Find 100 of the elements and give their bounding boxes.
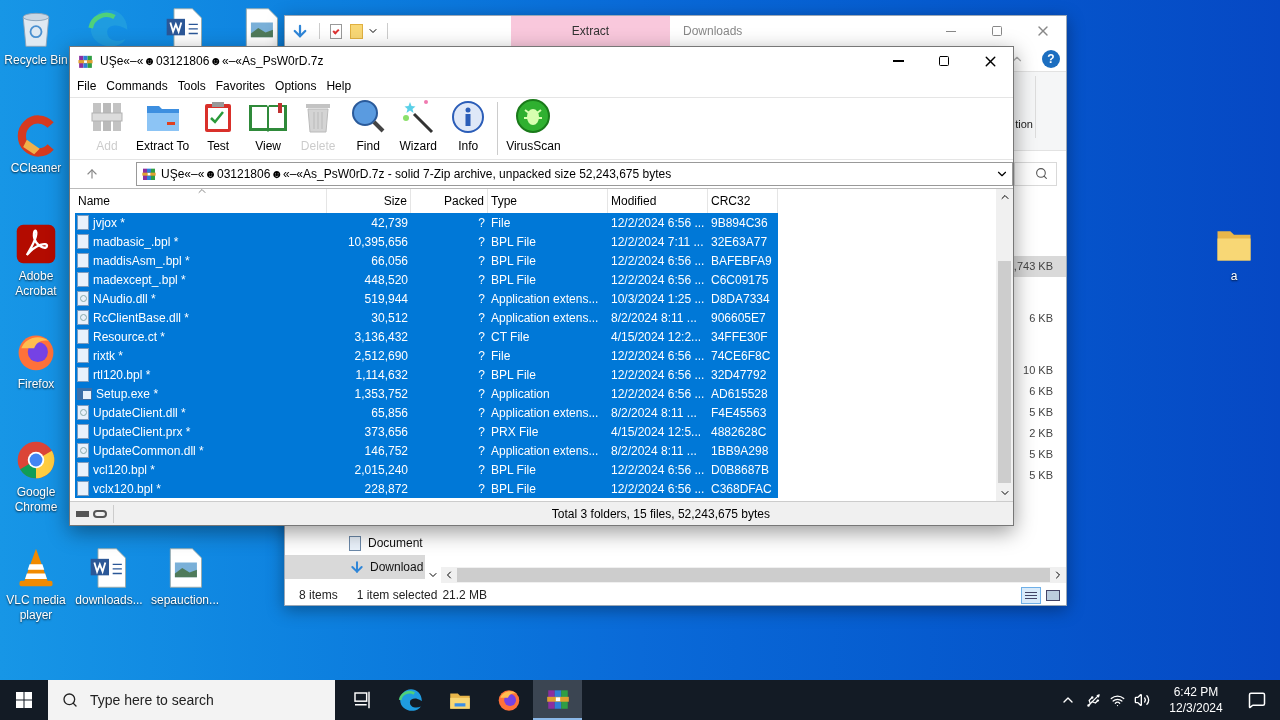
- file-row[interactable]: madbasic_.bpl * 10,395,656 ? BPL File 12/2/2024 7:11 ... 32E63A77: [75, 232, 778, 251]
- table-cell-text: CT File: [490, 328, 531, 346]
- address-field[interactable]: UŞe«–«☻03121806☻«–«As_PsW0rD.7z - solid 7-Zip archive, unpacked size 52,243,675 bytes: [136, 161, 1013, 186]
- search-field[interactable]: [1014, 161, 1057, 186]
- desktop-icon-label[interactable]: sepauction...: [151, 593, 219, 608]
- file-icon: [77, 234, 89, 249]
- file-icon: [77, 367, 89, 382]
- file-icon: [77, 462, 89, 477]
- file-row[interactable]: rixtk * 2,512,690 ? File 12/2/2024 6:56 ... 74CE6F8C: [75, 346, 778, 365]
- table-cell-text: BPL File: [490, 233, 537, 251]
- file-row[interactable]: UpdateCommon.dll * 146,752 ? Application extens... 8/2/2024 8:11 ... 1BB9A298: [75, 441, 778, 460]
- toolbar-button[interactable]: Wizard: [393, 98, 444, 159]
- table-cell-text: 448,520: [363, 271, 409, 289]
- file-row[interactable]: 5 KB: [1014, 402, 1066, 423]
- table-cell-text: 1BB9A298: [710, 442, 770, 460]
- toolbar-button[interactable]: View: [243, 98, 294, 159]
- table-cell: NAudio.dll *: [75, 289, 327, 308]
- books-icon: [90, 100, 124, 134]
- table-cell-text: 3,136,432: [353, 328, 409, 346]
- file-row[interactable]: 5 KB: [1014, 444, 1066, 465]
- desktop-icon-label[interactable]: a: [1200, 269, 1268, 284]
- file-row[interactable]: vcl120.bpl * 2,015,240 ? BPL File 12/2/2024 6:56 ... D0B8687B: [75, 460, 778, 479]
- table-cell-text: D0B8687B: [710, 461, 771, 479]
- table-cell-text: 12/2/2024 6:56 ...: [610, 214, 706, 232]
- file-row[interactable]: 6 KB: [1014, 308, 1066, 329]
- clock[interactable]: 6:42 PM 12/3/2024: [1158, 684, 1234, 716]
- menu-item[interactable]: Commands: [101, 77, 173, 95]
- file-row[interactable]: UpdateClient.dll * 65,856 ? Application extens... 8/2/2024 8:11 ... F4E45563: [75, 403, 778, 422]
- table-cell: madbasic_.bpl *: [75, 232, 327, 251]
- file-row[interactable]: 6 KB: [1014, 381, 1066, 402]
- file-icon: [77, 348, 89, 363]
- file-row[interactable]: Setup.exe * 1,353,752 ? Application 12/2/2024 6:56 ... AD615528: [75, 384, 778, 403]
- network-icon[interactable]: [1110, 692, 1125, 708]
- file-row[interactable]: vclx120.bpl * 228,872 ? BPL File 12/2/2024 6:56 ... C368DFAC: [75, 479, 778, 498]
- file-row[interactable]: rtl120.bpl * 1,114,632 ? BPL File 12/2/2024 6:56 ... 32D47792: [75, 365, 778, 384]
- table-cell-text: C6C09175: [710, 271, 770, 289]
- menu-item[interactable]: Options: [270, 77, 322, 95]
- table-cell-text: BPL File: [490, 480, 537, 498]
- up-icon[interactable]: [85, 166, 99, 181]
- search-icon: [1035, 167, 1048, 180]
- preview-view-button[interactable]: [1046, 589, 1060, 601]
- file-row[interactable]: 5 KB: [1014, 465, 1066, 486]
- table-cell-text: 32D47792: [710, 366, 768, 384]
- table-cell-text: 30,512: [370, 309, 409, 327]
- table-cell-text: ?: [477, 480, 486, 498]
- table-cell-text: C368DFAC: [710, 480, 773, 498]
- gear-file-icon: [77, 443, 89, 458]
- table-cell-text: PRX File: [490, 423, 540, 441]
- table-cell: UpdateClient.prx *: [75, 422, 327, 441]
- toolbar-button[interactable]: Info: [443, 98, 494, 159]
- details-view-button[interactable]: [1021, 586, 1041, 604]
- menu-item[interactable]: File: [72, 77, 102, 95]
- toolbar-button[interactable]: Extract To: [132, 98, 194, 159]
- vertical-scrollbar[interactable]: [996, 189, 1013, 501]
- menu-item[interactable]: Favorites: [210, 77, 271, 95]
- table-cell: vcl120.bpl *: [75, 460, 327, 479]
- properties-icon[interactable]: [330, 23, 342, 39]
- download-icon[interactable]: [291, 22, 309, 40]
- volume-icon[interactable]: [1134, 692, 1150, 708]
- file-row[interactable]: UpdateClient.prx * 373,656 ? PRX File 4/15/2024 12:5... 4882628C: [75, 422, 778, 441]
- horizontal-scrollbar[interactable]: [441, 567, 1066, 583]
- toolbar-button[interactable]: Test: [193, 98, 244, 159]
- nav-item[interactable]: Document: [285, 531, 425, 555]
- table-cell-text: Application extens...: [490, 404, 600, 422]
- menu-item[interactable]: Help: [321, 77, 357, 95]
- nav-item[interactable]: Download: [285, 555, 425, 579]
- file-row[interactable]: maddisAsm_.bpl * 66,056 ? BPL File 12/2/2024 6:56 ... BAFEBFA9: [75, 251, 778, 270]
- table-cell-text: ?: [477, 404, 486, 422]
- table-cell-text: ?: [477, 328, 486, 346]
- table-cell-text: Application: [490, 385, 551, 403]
- toolbar-button[interactable]: VirusScan: [502, 98, 565, 159]
- table-cell-text: ?: [477, 252, 486, 270]
- toolbar-button[interactable]: Find: [343, 98, 394, 159]
- file-row[interactable]: jvjox * 42,739 ? File 12/2/2024 6:56 ... 9B894C36: [75, 213, 778, 232]
- menu-item[interactable]: Tools: [172, 77, 211, 95]
- file-row[interactable]: 10 KB: [1014, 360, 1066, 381]
- file-row[interactable]: NAudio.dll * 519,944 ? Application extens... 10/3/2024 1:25 ... D8DA7334: [75, 289, 778, 308]
- table-cell-text: 146,752: [363, 442, 409, 460]
- search-field[interactable]: Type here to search: [48, 680, 335, 720]
- table-cell-text: ?: [477, 366, 486, 384]
- table-cell-text: 228,872: [363, 480, 409, 498]
- table-cell-text: ?: [477, 290, 486, 308]
- file-row[interactable]: Resource.ct * 3,136,432 ? CT File 4/15/2024 12:2... 34FFE30F: [75, 327, 778, 346]
- file-row[interactable]: madexcept_.bpl * 448,520 ? BPL File 12/2/2024 6:56 ... C6C09175: [75, 270, 778, 289]
- table-cell: vclx120.bpl *: [75, 479, 327, 498]
- ribbon-context-tab[interactable]: Extract: [511, 16, 670, 46]
- ribbon-label[interactable]: tion: [1015, 115, 1033, 132]
- table-cell-text: 9B894C36: [710, 214, 769, 232]
- maximize-icon: [938, 55, 950, 67]
- file-icon: [77, 272, 89, 287]
- help-icon[interactable]: ?: [1042, 49, 1060, 68]
- table-cell: rixtk *: [75, 346, 327, 365]
- table-cell-text: 66,056: [370, 252, 409, 270]
- table-cell-text: 4/15/2024 12:5...: [610, 423, 703, 441]
- key-icon: [93, 509, 107, 518]
- usb-icon[interactable]: [1086, 692, 1101, 708]
- file-row[interactable]: 2 KB: [1014, 423, 1066, 444]
- notifications-icon[interactable]: [1248, 691, 1266, 709]
- file-row[interactable]: ,743 KB: [1014, 256, 1066, 277]
- file-row[interactable]: RcClientBase.dll * 30,512 ? Application extens... 8/2/2024 8:11 ... 906605E7: [75, 308, 778, 327]
